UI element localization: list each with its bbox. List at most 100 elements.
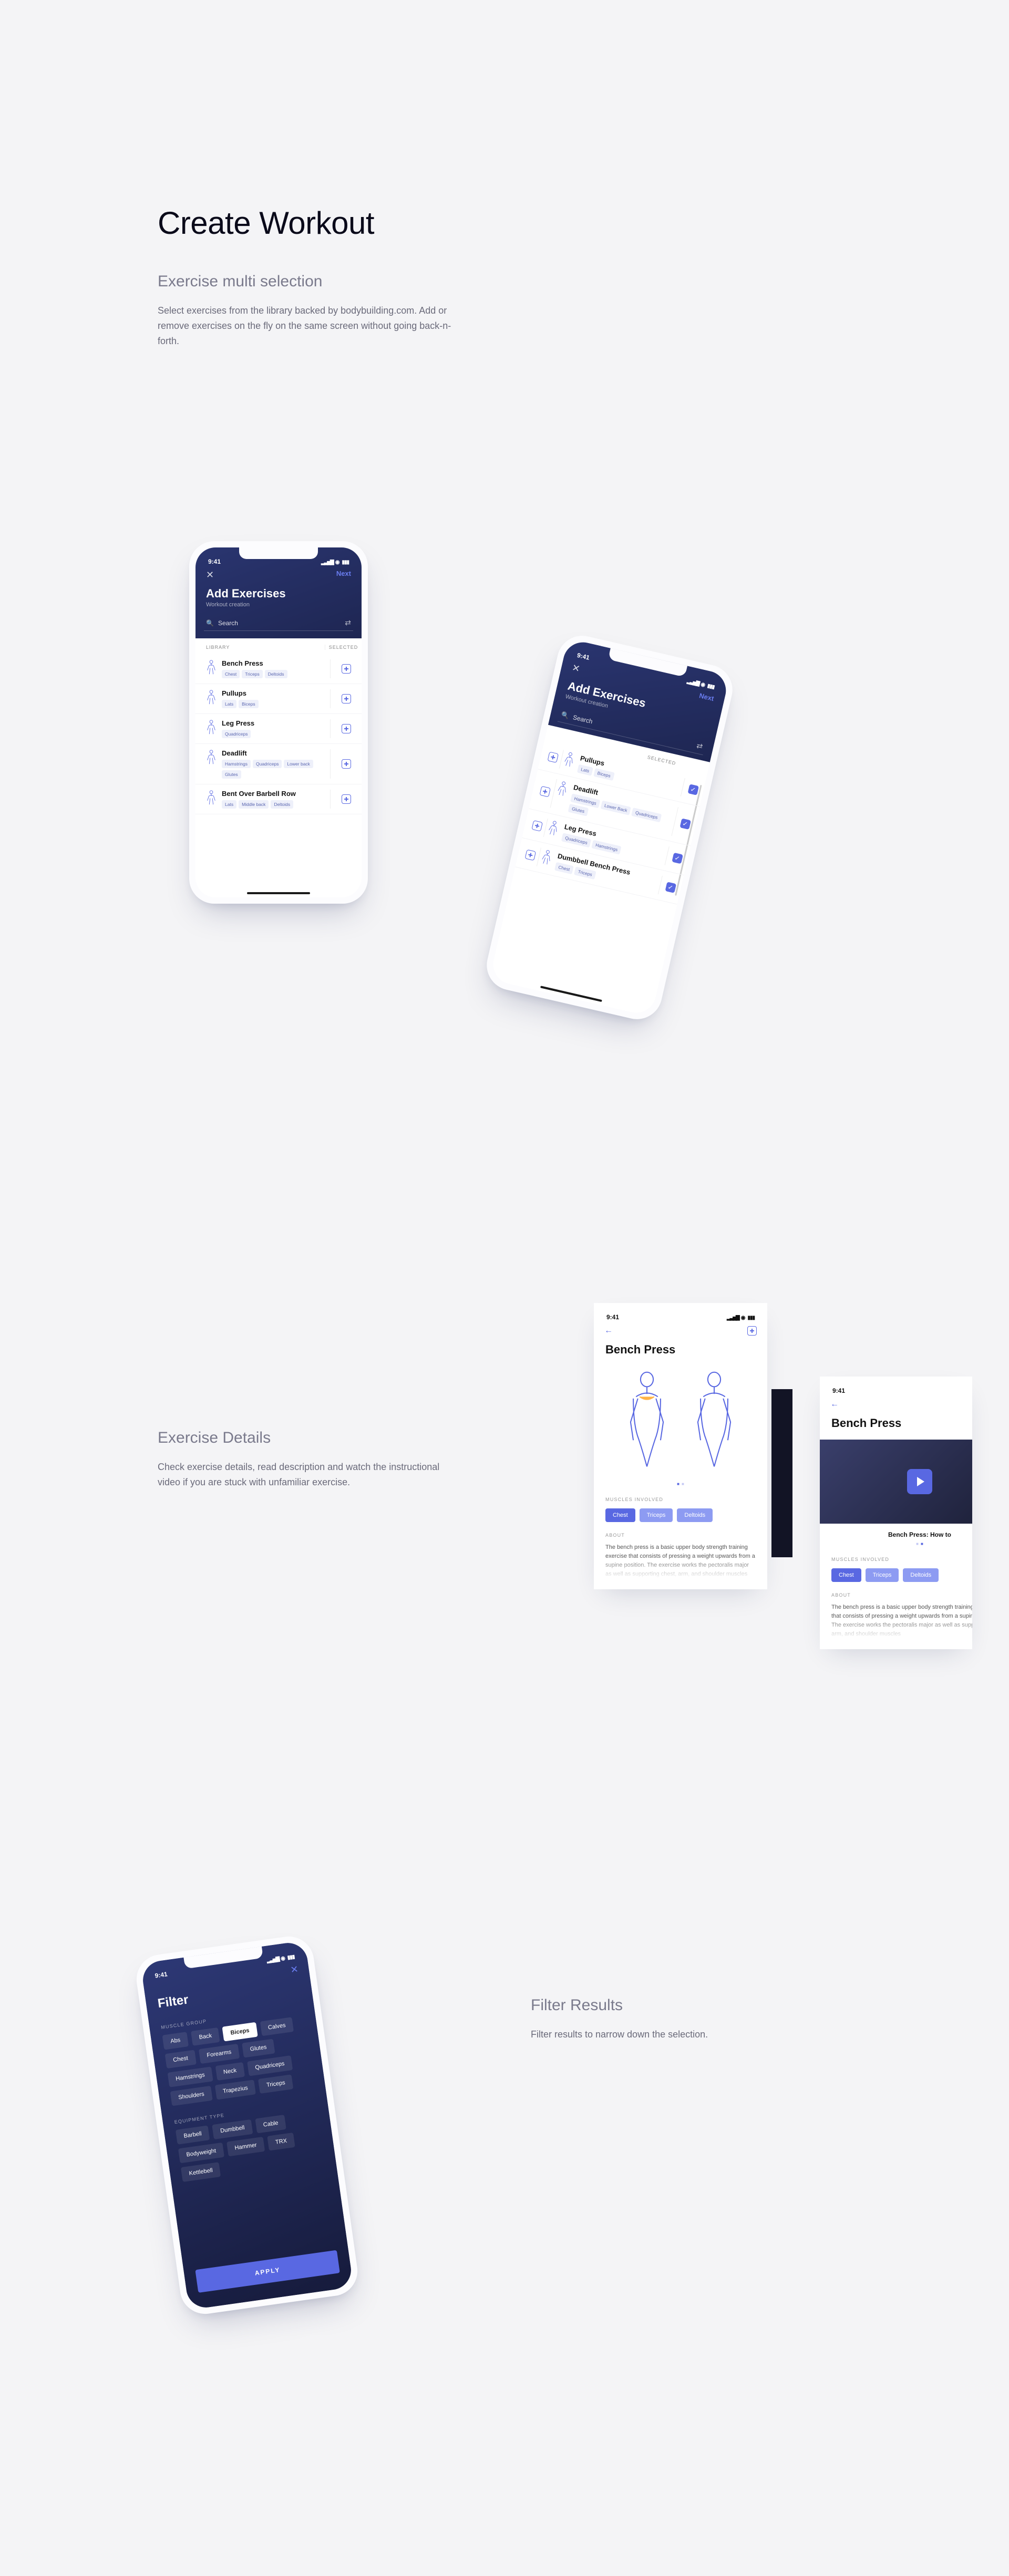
add-icon[interactable] [539,786,551,798]
check-icon[interactable] [672,853,683,864]
muscle-chip[interactable]: Deltoids [677,1508,713,1522]
search-input[interactable]: 🔍 Search [204,615,353,631]
exercise-icon [204,689,219,707]
exercise-name: Bent Over Barbell Row [222,790,326,798]
column-selected: SELECTED [325,645,362,650]
muscle-chip[interactable]: Chest [831,1568,861,1582]
screen-subtitle: Workout creation [195,601,362,615]
muscle-tag: Glutes [568,804,589,816]
signal-icon [727,1313,739,1321]
filter-chip[interactable]: Neck [215,2062,244,2081]
muscle-chip[interactable]: Triceps [866,1568,899,1582]
add-icon[interactable] [531,820,543,832]
section-title-filter: Filter Results [531,1996,909,2014]
add-icon[interactable] [342,724,351,733]
filter-chip[interactable]: Hamstrings [168,2066,213,2087]
battery-icon [342,558,349,565]
muscles-label: MUSCLES INVOLVED [820,1554,972,1565]
muscle-chip[interactable]: Deltoids [903,1568,939,1582]
filter-chip[interactable]: Hammer [226,2137,265,2156]
muscle-tag: Lats [222,800,236,809]
column-library: LIBRARY [195,645,325,650]
apply-button[interactable]: APPLY [195,2250,339,2293]
add-icon[interactable] [547,751,559,763]
close-icon[interactable]: ✕ [290,1964,299,1976]
add-icon[interactable] [524,850,536,861]
page-heading: Create Workout [158,205,536,241]
wifi-icon [335,558,340,565]
filter-chip[interactable]: Triceps [258,2074,293,2094]
exercise-icon [204,790,219,808]
muscle-tag: Lats [577,764,593,776]
library-list: Bench PressChestTricepsDeltoids Pullups La… [195,654,362,814]
exercise-title: Bench Press [605,1343,756,1357]
wifi-icon [741,1313,746,1321]
filter-chip[interactable]: Glutes [242,2039,275,2058]
filter-chip[interactable]: Trapezius [214,2080,256,2099]
exercise-name: Leg Press [222,719,326,727]
status-time: 9:41 [155,1970,168,1979]
exercise-row[interactable]: Leg Press Quadriceps [195,714,362,744]
muscle-tag: Biceps [593,768,614,781]
home-indicator [540,986,602,1002]
page-dots[interactable]: ■■ [820,1542,972,1554]
battery-icon [287,1952,295,1961]
video-player[interactable] [820,1440,972,1524]
exercise-row[interactable]: DeadliftHamstringsQuadricepsLower backGl… [195,744,362,784]
status-time: 9:41 [606,1313,619,1321]
filter-chip[interactable]: Kettlebell [181,2162,221,2182]
add-icon[interactable] [342,759,351,769]
muscle-chip[interactable]: Chest [605,1508,635,1522]
muscle-tag: Deltoids [265,670,287,678]
muscle-tag: Triceps [242,670,263,678]
muscle-chip[interactable]: Triceps [640,1508,673,1522]
muscle-tag: Lower back [284,760,313,768]
filter-chip[interactable]: TRX [267,2133,295,2151]
section-title-multiselect: Exercise multi selection [158,273,536,291]
exercise-row[interactable]: Bench PressChestTricepsDeltoids [195,654,362,684]
add-icon[interactable] [342,664,351,674]
about-text: The bench press is a basic upper body st… [594,1541,767,1579]
back-icon[interactable]: ← [830,1400,839,1409]
battery-icon [747,1313,755,1321]
close-icon[interactable]: ✕ [206,570,214,581]
check-icon[interactable] [687,784,699,795]
close-icon[interactable]: ✕ [571,662,581,675]
about-label: ABOUT [594,1529,767,1541]
screen-title: Add Exercises [195,581,362,601]
section-title-details: Exercise Details [158,1429,536,1447]
check-icon[interactable] [665,882,676,893]
muscle-tag: Lats [222,700,236,708]
battery-icon [707,681,715,690]
exercise-title: Bench Press [831,1416,972,1430]
add-icon[interactable] [342,694,351,704]
play-icon[interactable] [907,1469,932,1494]
filter-chip[interactable]: Quadriceps [247,2055,293,2076]
page-dots[interactable]: ■■ [594,1482,767,1494]
check-icon[interactable] [679,818,691,830]
filter-chip[interactable]: Forearms [199,2044,240,2064]
add-exercise-button[interactable] [747,1326,757,1336]
decorative-block [771,1389,792,1557]
exercise-row[interactable]: Bent Over Barbell RowLatsMiddle backDelt… [195,784,362,814]
muscle-tag: Quadriceps [253,760,282,768]
next-button[interactable]: Next [336,570,351,581]
about-text: The bench press is a basic upper body st… [820,1601,972,1639]
add-icon[interactable] [342,794,351,804]
muscle-chips: Chest Triceps Deltoids [594,1505,767,1529]
status-time: 9:41 [832,1387,845,1394]
muscle-tag: Quadriceps [222,730,251,738]
filter-chip[interactable]: Bodyweight [178,2143,224,2164]
exercise-name: Bench Press [222,659,326,667]
back-icon[interactable]: ← [604,1326,613,1336]
exercise-icon [204,659,219,677]
filter-chip[interactable]: Shoulders [170,2086,213,2106]
muscle-tag: Deltoids [271,800,293,809]
video-caption: Bench Press: How to [820,1524,972,1542]
anatomy-diagram [594,1366,767,1482]
exercise-name: Pullups [222,689,326,697]
wifi-icon [280,1954,286,1962]
section-body-multiselect: Select exercises from the library backed… [158,303,452,348]
exercise-row[interactable]: PullupsLatsBiceps [195,684,362,714]
filter-chip[interactable]: Chest [165,2050,197,2069]
